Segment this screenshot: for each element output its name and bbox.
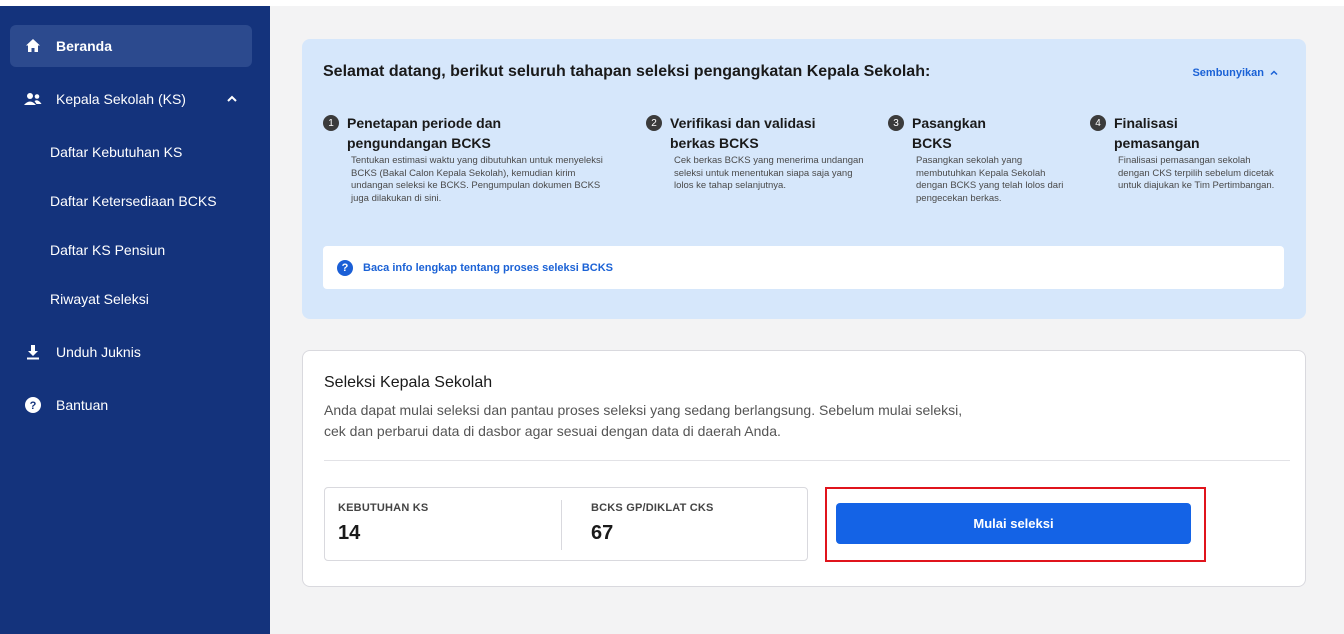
sidebar-item-bantuan[interactable]: ? Bantuan — [10, 384, 252, 426]
step-number: 2 — [646, 115, 662, 131]
step-title: Verifikasi dan validasi berkas BCKS — [670, 115, 816, 151]
sidebar-item-label: Beranda — [56, 38, 113, 54]
stat-label: KEBUTUHAN KS — [338, 502, 429, 514]
selection-steps-panel: Selamat datang, berikut seluruh tahapan … — [302, 39, 1306, 319]
info-link[interactable]: Baca info lengkap tentang proses seleksi… — [363, 262, 613, 274]
hide-link-label: Sembunyikan — [1192, 67, 1264, 79]
step-description: Tentukan estimasi waktu yang dibutuhkan … — [351, 155, 603, 204]
help-icon: ? — [24, 396, 42, 414]
sidebar-item-daftar-ks-pensiun[interactable]: Daftar KS Pensiun — [10, 229, 252, 271]
sidebar-item-label: Daftar Ketersediaan BCKS — [50, 193, 217, 209]
panel-title: Selamat datang, berikut seluruh tahapan … — [323, 63, 931, 80]
sidebar-item-label: Kepala Sekolah (KS) — [56, 91, 186, 107]
home-icon — [24, 37, 42, 55]
download-icon — [24, 343, 42, 361]
sidebar-item-label: Daftar Kebutuhan KS — [50, 144, 183, 160]
selection-card: Seleksi Kepala Sekolah Anda dapat mulai … — [302, 350, 1306, 587]
sidebar-item-label: Bantuan — [56, 397, 109, 413]
sidebar-item-label: Daftar KS Pensiun — [50, 242, 166, 258]
stat-separator — [561, 500, 562, 550]
step-description: Finalisasi pemasangan sekolah dengan CKS… — [1118, 155, 1275, 191]
stat-label: BCKS GP/DIKLAT CKS — [591, 502, 714, 514]
info-link-bar[interactable]: ? Baca info lengkap tentang proses selek… — [323, 246, 1284, 289]
sidebar-item-beranda[interactable]: Beranda — [10, 25, 252, 67]
step-1: 1 Penetapan periode dan pengundangan BCK… — [323, 113, 623, 205]
sidebar-item-daftar-ketersediaan-bcks[interactable]: Daftar Ketersediaan BCKS — [10, 180, 252, 222]
step-2: 2 Verifikasi dan validasi berkas BCKS Ce… — [646, 113, 866, 193]
sidebar-item-label: Unduh Juknis — [56, 344, 141, 360]
step-number: 4 — [1090, 115, 1106, 131]
users-icon — [24, 90, 42, 108]
step-title: Penetapan periode dan pengundangan BCKS — [347, 115, 502, 151]
chevron-up-icon[interactable] — [226, 92, 238, 108]
stat-value: 14 — [338, 522, 361, 544]
sidebar-item-unduh-juknis[interactable]: Unduh Juknis — [10, 331, 252, 373]
sidebar-item-daftar-kebutuhan-ks[interactable]: Daftar Kebutuhan KS — [10, 131, 252, 173]
hide-steps-link[interactable]: Sembunyikan — [1192, 67, 1278, 79]
step-number: 1 — [323, 115, 339, 131]
step-3: 3 Pasangkan BCKS Pasangkan sekolah yang … — [888, 113, 1068, 205]
chevron-up-icon — [1270, 70, 1278, 76]
step-description: Pasangkan sekolah yang membutuhkan Kepal… — [916, 155, 1064, 204]
start-selection-button[interactable]: Mulai seleksi — [836, 503, 1191, 544]
stats-box: KEBUTUHAN KS 14 BCKS GP/DIKLAT CKS 67 — [324, 487, 808, 561]
svg-text:?: ? — [30, 400, 37, 412]
sidebar: Beranda Kepala Sekolah (KS) Daftar Kebut… — [0, 6, 270, 634]
card-description: Anda dapat mulai seleksi dan pantau pros… — [324, 402, 963, 439]
sidebar-item-label: Riwayat Seleksi — [50, 291, 149, 307]
step-number: 3 — [888, 115, 904, 131]
step-4: 4 Finalisasi pemasangan Finalisasi pemas… — [1090, 113, 1290, 193]
step-title: Pasangkan BCKS — [912, 115, 986, 151]
card-title: Seleksi Kepala Sekolah — [324, 374, 493, 391]
stat-kebutuhan-ks: KEBUTUHAN KS 14 — [338, 502, 428, 545]
question-icon: ? — [337, 259, 353, 276]
sidebar-item-riwayat-seleksi[interactable]: Riwayat Seleksi — [10, 278, 252, 320]
step-title: Finalisasi pemasangan — [1114, 115, 1200, 151]
stat-bcks: BCKS GP/DIKLAT CKS 67 — [591, 502, 714, 545]
divider — [324, 460, 1290, 461]
sidebar-item-kepala-sekolah[interactable]: Kepala Sekolah (KS) — [10, 78, 252, 120]
step-description: Cek berkas BCKS yang menerima undangan s… — [674, 155, 864, 191]
stat-value: 67 — [591, 522, 614, 544]
